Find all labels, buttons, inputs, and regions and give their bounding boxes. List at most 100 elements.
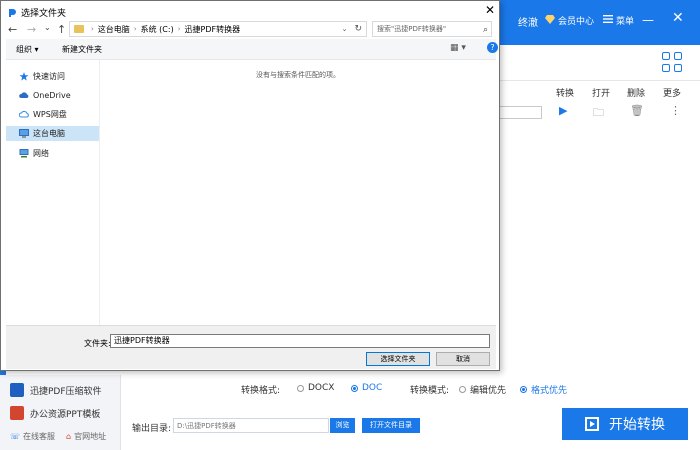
view-options-icon[interactable]: ▦ ▾ <box>450 43 466 53</box>
start-convert-label: 开始转换 <box>609 417 665 433</box>
play-box-icon <box>585 417 599 431</box>
column-header-open: 打开 <box>592 89 611 99</box>
dialog-titlebar: 选择文件夹 <box>7 6 66 19</box>
promo-panel: 迅捷PDF压缩软件 办公资源PPT模板 ☏ 在线客服 ⌂ 官网地址 <box>0 375 121 450</box>
more-icon[interactable]: ⋮ <box>670 104 681 117</box>
nav-item-onedrive[interactable]: OneDrive <box>6 88 99 103</box>
new-folder-button[interactable]: 新建文件夹 <box>62 44 102 55</box>
mode-option-format-first-label: 格式优先 <box>531 386 568 396</box>
search-placeholder: 搜索"迅捷PDF转换器" <box>377 25 447 33</box>
mode-option-edit-first-label: 编辑优先 <box>470 386 507 396</box>
mode-option-format-first[interactable]: 格式优先 <box>520 383 567 396</box>
network-icon <box>19 149 29 158</box>
username-label[interactable]: 终澈 <box>518 14 538 29</box>
mode-option-edit-first[interactable]: 编辑优先 <box>459 383 506 396</box>
online-support-link[interactable]: ☏ 在线客服 <box>10 431 55 442</box>
breadcrumb-this-pc[interactable]: 这台电脑 <box>98 24 130 35</box>
column-header-more: 更多 <box>663 89 682 99</box>
open-output-dir-button[interactable]: 打开文件目录 <box>362 418 420 433</box>
app-logo-icon <box>7 8 17 18</box>
empty-results-message: 没有与搜索条件匹配的项。 <box>256 71 340 79</box>
breadcrumb-system-c[interactable]: 系统 (C:) <box>141 24 174 35</box>
cloud-icon <box>19 91 29 100</box>
recent-locations-icon[interactable]: ⌄ <box>44 23 51 32</box>
home-icon: ⌂ <box>66 432 72 441</box>
promo-pdf-compress-label: 迅捷PDF压缩软件 <box>30 386 102 397</box>
open-folder-icon[interactable]: 🗀 <box>593 104 604 123</box>
vip-center-label: 会员中心 <box>558 17 595 27</box>
dialog-title: 选择文件夹 <box>21 9 67 19</box>
nav-item-label: 快速访问 <box>33 72 65 81</box>
nav-item-network[interactable]: 网络 <box>6 146 99 161</box>
convert-mode-label: 转换模式: <box>410 386 450 396</box>
nav-item-this-pc[interactable]: 这台电脑 <box>6 126 99 141</box>
up-arrow-icon[interactable]: ↑ <box>57 23 66 36</box>
play-icon[interactable]: ▶ <box>559 104 567 117</box>
address-dropdown-icon[interactable]: ⌄ <box>339 25 351 33</box>
select-folder-button[interactable]: 选择文件夹 <box>366 352 430 366</box>
wps-cloud-icon <box>18 110 29 119</box>
output-dir-label: 输出目录: <box>132 424 172 434</box>
nav-item-wps-cloud[interactable]: WPS网盘 <box>6 107 99 122</box>
app-close-button[interactable]: ✕ <box>672 10 684 26</box>
nav-item-label: WPS网盘 <box>33 110 67 119</box>
nav-item-label: 网络 <box>33 149 49 158</box>
folder-icon <box>74 25 84 33</box>
start-convert-button[interactable]: 开始转换 <box>562 408 688 440</box>
radio-format-first[interactable] <box>520 386 527 393</box>
refresh-icon[interactable]: ↻ <box>354 24 362 34</box>
forward-arrow-icon[interactable]: → <box>27 23 36 36</box>
radio-doc[interactable] <box>351 384 358 392</box>
column-header-convert: 转换 <box>556 89 575 99</box>
computer-icon <box>19 129 29 138</box>
cancel-button[interactable]: 取消 <box>436 352 490 366</box>
online-support-label: 在线客服 <box>23 432 56 441</box>
promo-ppt-templates-label: 办公资源PPT模板 <box>30 409 101 420</box>
select-folder-dialog: 选择文件夹 ✕ ← → ⌄ ↑ › 这台电脑 › 系统 (C:) › 迅捷PDF… <box>0 0 500 371</box>
output-dir-input[interactable]: D:\迅捷PDF转换器 <box>173 418 329 433</box>
minimize-button[interactable]: — <box>642 13 654 27</box>
radio-edit-first[interactable] <box>459 386 466 393</box>
organize-button[interactable]: 组织 ▾ <box>16 44 39 55</box>
navigation-pane: 快速访问 OneDrive WPS网盘 这台电脑 网络 <box>6 60 100 325</box>
nav-item-label: 这台电脑 <box>33 129 65 138</box>
format-option-doc-label: DOC <box>362 383 383 393</box>
ppt-template-icon <box>10 406 24 420</box>
promo-ppt-templates[interactable]: 办公资源PPT模板 <box>10 406 100 420</box>
menu-icon <box>603 15 613 26</box>
grid-view-icon[interactable] <box>662 52 684 74</box>
vip-center-button[interactable]: 会员中心 <box>545 14 594 27</box>
breadcrumb-current-folder[interactable]: 迅捷PDF转换器 <box>185 24 241 35</box>
browse-button[interactable]: 浏览 <box>330 418 355 433</box>
search-icon[interactable]: ⌕ <box>483 23 488 37</box>
format-option-docx-label: DOCX <box>308 383 335 393</box>
dialog-close-button[interactable]: ✕ <box>485 3 495 17</box>
list-header-divider <box>500 80 700 81</box>
format-option-doc[interactable]: DOC <box>351 383 382 393</box>
help-icon[interactable]: ? <box>487 42 498 53</box>
folder-name-input[interactable]: 迅捷PDF转换器 <box>110 334 490 348</box>
file-list-area[interactable]: 没有与搜索条件匹配的项。 <box>100 60 496 325</box>
page-range-input[interactable] <box>498 106 542 119</box>
format-option-docx[interactable]: DOCX <box>297 383 334 393</box>
nav-item-label: OneDrive <box>33 91 71 100</box>
search-input[interactable]: 搜索"迅捷PDF转换器" ⌕ <box>372 21 492 37</box>
dialog-toolbar: 组织 ▾ 新建文件夹 ▦ ▾ ? <box>6 39 498 60</box>
dialog-footer: 文件夹: 迅捷PDF转换器 选择文件夹 取消 <box>6 325 496 369</box>
back-arrow-icon[interactable]: ← <box>8 23 17 36</box>
delete-icon[interactable]: 🗑 <box>630 104 644 117</box>
address-bar[interactable]: › 这台电脑 › 系统 (C:) › 迅捷PDF转换器 ⌄ ↻ <box>69 21 367 37</box>
convert-format-label: 转换格式: <box>241 386 281 396</box>
folder-name-label: 文件夹: <box>84 339 111 348</box>
official-site-label: 官网地址 <box>74 432 107 441</box>
nav-item-quick-access[interactable]: 快速访问 <box>6 69 99 84</box>
radio-docx[interactable] <box>297 384 304 392</box>
pdf-compress-icon <box>10 383 24 397</box>
diamond-icon <box>545 14 555 27</box>
menu-button[interactable]: 菜单 <box>603 14 634 27</box>
headset-icon: ☏ <box>10 432 21 441</box>
menu-label: 菜单 <box>616 17 635 27</box>
official-site-link[interactable]: ⌂ 官网地址 <box>66 431 106 442</box>
promo-pdf-compress[interactable]: 迅捷PDF压缩软件 <box>10 383 102 397</box>
star-icon <box>19 72 29 81</box>
